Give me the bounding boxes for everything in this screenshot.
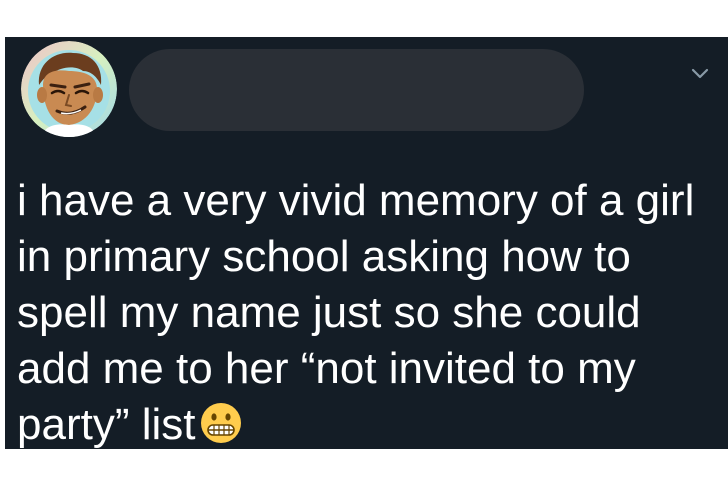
tweet-text-line-last: party” list	[17, 397, 722, 449]
tweet-text-line: in primary school asking how to	[17, 232, 631, 281]
chevron-down-icon[interactable]	[688, 61, 712, 85]
redacted-username-bar	[129, 49, 584, 131]
tweet-card: i have a very vivid memory of a girl in …	[5, 37, 728, 449]
tweet-text-fragment: party” list	[17, 400, 196, 449]
tweet-text-line: add me to her “not invited to my	[17, 344, 636, 393]
tweet-text-line: spell my name just so she could	[17, 288, 641, 337]
image-frame: i have a very vivid memory of a girl in …	[0, 0, 728, 485]
avatar[interactable]	[21, 41, 117, 137]
tweet-text-line: i have a very vivid memory of a girl	[17, 176, 695, 225]
cartoon-face-avatar-icon	[21, 41, 117, 137]
tweet-text: i have a very vivid memory of a girl in …	[17, 173, 722, 449]
grimacing-face-emoji-icon	[201, 403, 242, 443]
